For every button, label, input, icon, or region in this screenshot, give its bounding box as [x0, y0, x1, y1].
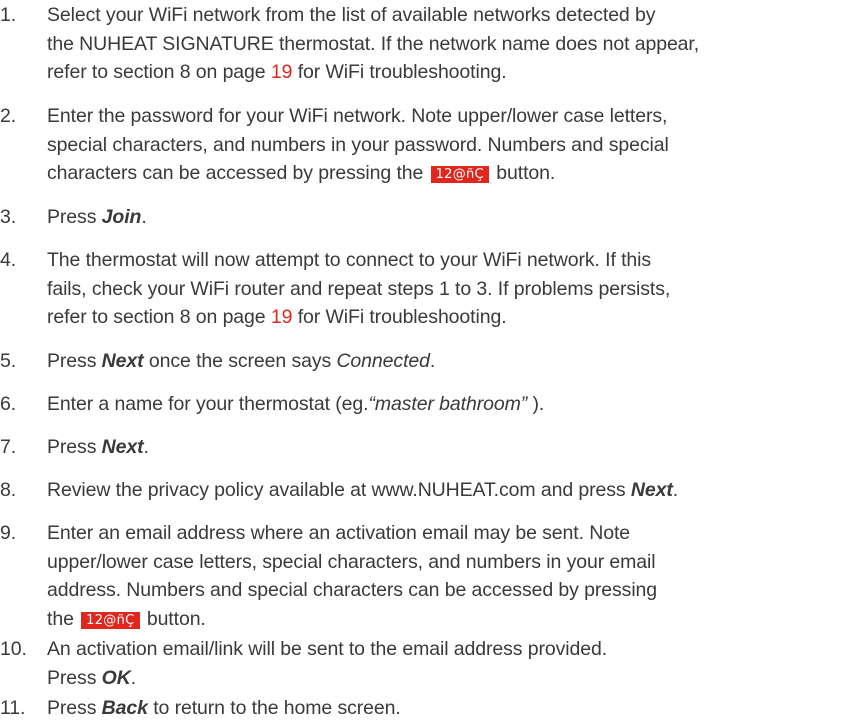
step-line-text: refer to section 8 on page	[47, 306, 271, 328]
step-number: 5.	[0, 350, 17, 372]
step-line-text: .	[143, 436, 149, 458]
step-line-text: .	[429, 350, 436, 372]
emphasis-text: Next	[630, 479, 673, 501]
step-line: Enter an email address where an activati…	[47, 522, 631, 544]
step-line-text: characters can be accessed by pressing t…	[47, 162, 429, 184]
step-line-text: to return to the home screen.	[147, 697, 401, 719]
step-line: Enter the password for your WiFi network…	[47, 105, 668, 127]
step-text: Press Back to return to the home screen.	[47, 694, 837, 723]
step-line-text: Review the privacy policy available at w…	[47, 479, 631, 501]
step-number: 10.	[0, 638, 27, 660]
step-number: 8.	[0, 479, 17, 501]
step-line-text: Enter a name for your thermostat (eg.	[47, 393, 369, 415]
step-text: Enter the password for your WiFi network…	[47, 102, 837, 188]
step-text: Select your WiFi network from the list o…	[47, 1, 837, 87]
step-line: The thermostat will now attempt to conne…	[47, 249, 652, 271]
step-text: The thermostat will now attempt to conne…	[47, 246, 837, 332]
step-line-text: .	[130, 666, 137, 689]
emphasis-text: Next	[101, 436, 144, 458]
step-line-text: once the screen says	[143, 350, 337, 372]
step-number: 11.	[0, 697, 26, 719]
step-number: 4.	[0, 249, 17, 271]
step-line-text: Press	[47, 350, 102, 372]
step-line: the NUHEAT SIGNATURE thermostat. If the …	[47, 32, 700, 55]
step-line: address. Numbers and special characters …	[47, 579, 658, 601]
step-line-text: Press	[47, 666, 102, 689]
step-line: Press OK.	[47, 664, 837, 693]
step-line: An activation email/link will be sent to…	[47, 638, 608, 660]
step-line-text: the	[47, 607, 80, 630]
step-line-text: for WiFi troubleshooting.	[292, 61, 507, 83]
step-line: refer to section 8 on page 19 for WiFi t…	[47, 303, 837, 332]
step-line-text: ).	[527, 393, 545, 415]
step-number: 7.	[0, 436, 17, 458]
step-line-text: Press	[47, 436, 102, 458]
step-line-text: for WiFi troubleshooting.	[292, 306, 507, 328]
step-line-text: button.	[490, 162, 556, 184]
symbols-key-icon: 12@ñÇ	[81, 611, 140, 629]
symbols-key-icon: 12@ñÇ	[430, 166, 489, 183]
italic-text: “master bathroom”	[368, 393, 528, 415]
italic-text: Connected	[336, 350, 430, 372]
emphasis-text: OK	[101, 666, 131, 689]
emphasis-text: Back	[101, 697, 148, 719]
step-line: characters can be accessed by pressing t…	[47, 159, 837, 188]
step-line-text: button.	[141, 607, 206, 630]
step-text: An activation email/link will be sent to…	[47, 635, 837, 692]
step-number: 6.	[0, 393, 17, 415]
step-line-text: Press	[47, 206, 102, 228]
step-number: 2.	[0, 105, 17, 127]
step-text: Press Next once the screen says Connecte…	[47, 347, 837, 376]
step-number: 9.	[0, 522, 17, 544]
emphasis-text: Next	[101, 350, 144, 372]
step-text: Enter a name for your thermostat (eg.“ma…	[47, 390, 837, 419]
step-text: Review the privacy policy available at w…	[47, 476, 837, 505]
step-line: fails, check your WiFi router and repeat…	[47, 277, 671, 300]
step-line: upper/lower case letters, special charac…	[47, 550, 656, 573]
emphasis-text: Join	[101, 206, 142, 228]
step-line: Select your WiFi network from the list o…	[47, 4, 656, 26]
step-line-text: .	[141, 206, 147, 228]
step-line-text: Press	[47, 697, 102, 719]
step-line: special characters, and numbers in your …	[47, 133, 669, 156]
step-text: Enter an email address where an activati…	[47, 519, 837, 633]
step-text: Press Join.	[47, 203, 837, 232]
step-number: 1.	[0, 4, 17, 26]
page-link[interactable]: 19	[271, 306, 293, 328]
step-line-text: refer to section 8 on page	[47, 61, 271, 83]
step-line: refer to section 8 on page 19 for WiFi t…	[47, 58, 837, 87]
step-line-text: .	[672, 479, 679, 501]
page-link[interactable]: 19	[271, 61, 293, 83]
step-number: 3.	[0, 206, 17, 228]
step-line: the 12@ñÇ button.	[47, 605, 837, 634]
step-text: Press Next.	[47, 433, 837, 462]
